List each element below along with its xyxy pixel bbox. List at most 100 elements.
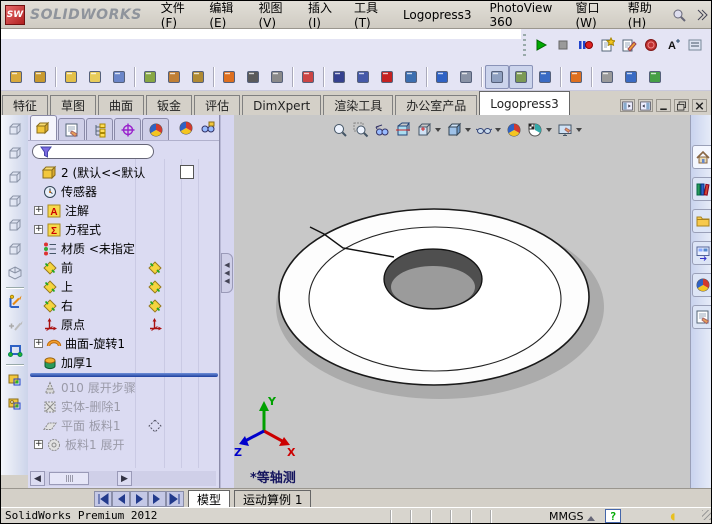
tab-模型[interactable]: 模型 <box>188 490 231 507</box>
expand-toggle-icon[interactable]: + <box>34 206 43 215</box>
die-set-frame-icon[interactable] <box>327 65 351 89</box>
tree-item-2-默认-默认[interactable]: 2 (默认<<默认 <box>28 163 220 182</box>
lp-tool-icon[interactable] <box>3 391 27 415</box>
step-back-icon[interactable] <box>112 491 130 507</box>
rotate-view-icon[interactable] <box>533 65 557 89</box>
help-ball-icon[interactable] <box>595 65 619 89</box>
step-forward-icon[interactable] <box>148 491 166 507</box>
panel-collapse-handle[interactable]: ◀ ◀ ◀ <box>221 253 233 293</box>
bend-tool-icon[interactable] <box>107 65 131 89</box>
lp-blank-icon[interactable] <box>3 367 27 391</box>
menu-item--w-[interactable]: 窗口(W) <box>566 1 618 30</box>
record-pause-macro-icon[interactable] <box>575 35 595 55</box>
view-iso-icon[interactable] <box>3 261 27 285</box>
custom-properties-icon[interactable] <box>691 305 711 329</box>
tab--[interactable]: 渲染工具 <box>323 95 394 115</box>
menu-item-photoview-360[interactable]: PhotoView 360 <box>481 1 567 29</box>
hidden-items-icon[interactable] <box>198 118 218 138</box>
deburr-spray-icon[interactable] <box>138 65 162 89</box>
probe-toggle-icon[interactable] <box>509 64 533 89</box>
transfer-step-icon[interactable] <box>162 65 186 89</box>
tree-item-平面-板料1[interactable]: 平面 板料1 <box>28 416 220 435</box>
view-left-icon[interactable] <box>3 165 27 189</box>
tab--[interactable]: 办公室产品 <box>395 95 478 115</box>
tree-filter[interactable] <box>32 144 154 159</box>
toolbar-drag-handle[interactable] <box>523 34 526 56</box>
tree-item-上[interactable]: 上 <box>28 277 220 296</box>
coil-tool-icon[interactable] <box>241 65 265 89</box>
restore-icon[interactable] <box>674 99 689 112</box>
tab--[interactable]: 特征 <box>2 95 49 115</box>
expand-left-pane-icon[interactable] <box>620 99 635 112</box>
cone-tool-icon[interactable] <box>217 65 241 89</box>
menu-item--i-[interactable]: 插入(I) <box>299 1 345 30</box>
view-right-icon[interactable] <box>3 189 27 213</box>
scroll-left-icon[interactable]: ◀ <box>30 471 45 486</box>
unfold-tool-icon[interactable] <box>4 65 28 89</box>
stamp-icon[interactable] <box>641 35 661 55</box>
file-explorer-icon[interactable] <box>691 209 711 233</box>
flag-tool-icon[interactable] <box>296 65 320 89</box>
tab--[interactable]: 钣金 <box>146 95 193 115</box>
convert-entities-icon[interactable] <box>3 338 27 362</box>
strip-grid-icon[interactable] <box>399 65 423 89</box>
edit-macro-icon[interactable] <box>619 35 639 55</box>
minimize-icon[interactable] <box>656 99 671 112</box>
viewcube-toggle-icon[interactable] <box>485 64 509 89</box>
propertymanager-tab-icon[interactable] <box>58 118 85 140</box>
expand-toggle-icon[interactable]: + <box>34 339 43 348</box>
appearances-ball-icon[interactable] <box>176 118 196 138</box>
units-dropdown-caret[interactable] <box>587 516 595 521</box>
display-state-swatch[interactable] <box>180 165 194 179</box>
view-bottom-icon[interactable] <box>3 237 27 261</box>
tree-item-实体-删除1[interactable]: 实体-删除1 <box>28 397 220 416</box>
assembly-cone-icon[interactable] <box>564 65 588 89</box>
expand-toggle-icon[interactable]: + <box>34 225 43 234</box>
expand-toggle-icon[interactable]: + <box>34 440 43 449</box>
tree-item-传感器[interactable]: 传感器 <box>28 182 220 201</box>
menu-item-logopress3[interactable]: Logopress3 <box>394 1 481 28</box>
view-palette-icon[interactable] <box>691 241 711 265</box>
tree-item-前[interactable]: 前 <box>28 258 220 277</box>
delete-feature-icon[interactable] <box>375 65 399 89</box>
units-badge[interactable]: MMGS <box>549 510 584 523</box>
overflow-chevron-icon[interactable] <box>691 5 711 25</box>
scale-text-icon[interactable]: A <box>663 35 683 55</box>
nest-layers-icon[interactable] <box>83 65 107 89</box>
view-front-icon[interactable] <box>3 117 27 141</box>
tab-dimxpert[interactable]: DimXpert <box>242 95 322 115</box>
tree-item-板料1-展开[interactable]: + 板料1 展开 <box>28 435 220 454</box>
tree-item-曲面-旋转1[interactable]: + 曲面-旋转1 <box>28 334 220 353</box>
menu-item--v-[interactable]: 视图(V) <box>249 1 299 30</box>
menu-item--f-[interactable]: 文件(F) <box>152 1 201 30</box>
expand-right-pane-icon[interactable] <box>638 99 653 112</box>
close-icon[interactable] <box>692 99 707 112</box>
resize-grip[interactable] <box>702 510 711 520</box>
die-cup-icon[interactable] <box>186 65 210 89</box>
tree-item-010-展开步骤[interactable]: 010 展开步骤 <box>28 378 220 397</box>
panel-splitter[interactable]: ◀ ◀ ◀ <box>220 115 234 488</box>
fold-tool-icon[interactable] <box>28 65 52 89</box>
sketch-icon[interactable] <box>3 290 27 314</box>
configurationmanager-tab-icon[interactable] <box>86 118 113 140</box>
sketch-trace-icon[interactable] <box>430 65 454 89</box>
play-macro-icon[interactable] <box>531 35 551 55</box>
goto-start-icon[interactable] <box>94 491 112 507</box>
tree-item-右[interactable]: 右 <box>28 296 220 315</box>
options-table-icon[interactable] <box>643 65 667 89</box>
menu-item--e-[interactable]: 编辑(E) <box>200 1 249 30</box>
punch-insert-icon[interactable] <box>351 65 375 89</box>
tree-horizontal-scrollbar[interactable]: ◀ ▶ <box>30 471 216 486</box>
flatten-blank-icon[interactable] <box>59 65 83 89</box>
menu-item--h-[interactable]: 帮助(H) <box>619 1 669 30</box>
goto-end-icon[interactable] <box>166 491 184 507</box>
scroll-right-icon[interactable]: ▶ <box>117 471 132 486</box>
tree-item-原点[interactable]: 原点 <box>28 315 220 334</box>
edit-sketch-ghost-icon[interactable] <box>3 314 27 338</box>
tree-item-材质-未指定[interactable]: 材质 <未指定 <box>28 239 220 258</box>
stop-macro-icon[interactable] <box>553 35 573 55</box>
design-library-icon[interactable] <box>691 177 711 201</box>
home-icon[interactable] <box>691 145 711 169</box>
select-region-icon[interactable] <box>454 65 478 89</box>
tab--[interactable]: 草图 <box>50 95 97 115</box>
